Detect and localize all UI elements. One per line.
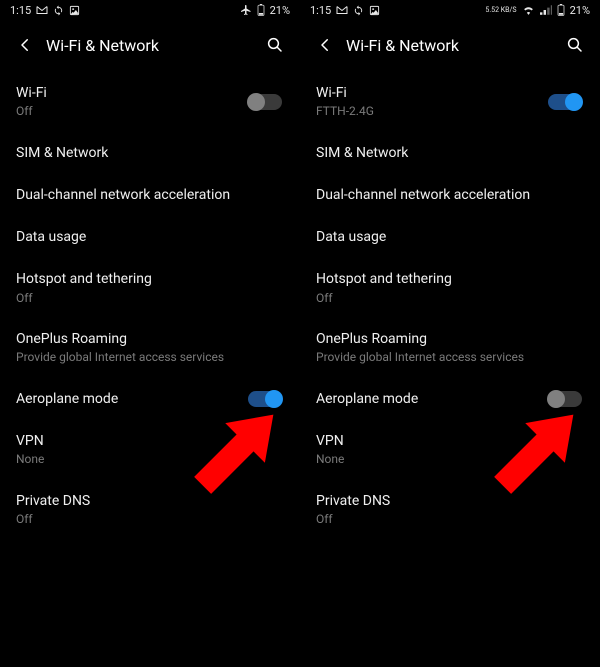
battery-icon: [557, 4, 565, 16]
page-title: Wi-Fi & Network: [46, 36, 254, 55]
item-label: Wi-Fi: [16, 84, 248, 102]
item-label: OnePlus Roaming: [16, 330, 284, 348]
item-label: SIM & Network: [316, 144, 584, 162]
battery-text: 21%: [270, 4, 290, 17]
settings-item[interactable]: Dual-channel network acceleration: [16, 174, 284, 216]
back-button[interactable]: [14, 34, 36, 56]
settings-item[interactable]: SIM & Network: [316, 132, 584, 174]
item-label: Private DNS: [316, 492, 584, 510]
settings-item[interactable]: VPN None: [316, 420, 584, 480]
toggle-switch[interactable]: [248, 94, 282, 110]
item-subtext: Off: [16, 512, 284, 528]
settings-item[interactable]: VPN None: [16, 420, 284, 480]
settings-item[interactable]: Aeroplane mode: [316, 378, 584, 420]
settings-list: Wi-Fi FTTH-2.4G SIM & Network Dual-channel …: [300, 66, 600, 540]
sync-icon: [353, 5, 364, 16]
item-label: Wi-Fi: [316, 84, 548, 102]
toggle-switch[interactable]: [248, 391, 282, 407]
status-time: 1:15: [10, 4, 31, 17]
item-label: Private DNS: [16, 492, 284, 510]
item-label: OnePlus Roaming: [316, 330, 584, 348]
toggle-switch[interactable]: [548, 94, 582, 110]
settings-item[interactable]: OnePlus Roaming Provide global Internet a…: [16, 318, 284, 378]
item-label: Data usage: [16, 228, 284, 246]
settings-item[interactable]: Private DNS Off: [16, 480, 284, 540]
wifi-icon: [522, 5, 535, 15]
item-label: Dual-channel network acceleration: [316, 186, 584, 204]
gmail-icon: [36, 5, 48, 15]
item-label: SIM & Network: [16, 144, 284, 162]
item-label: VPN: [16, 432, 284, 450]
item-label: Hotspot and tethering: [316, 270, 584, 288]
item-subtext: None: [316, 452, 584, 468]
item-subtext: FTTH-2.4G: [316, 104, 548, 120]
toggle-switch[interactable]: [548, 391, 582, 407]
sync-icon: [53, 5, 64, 16]
item-subtext: Provide global Internet access services: [16, 350, 284, 366]
airplane-icon: [240, 4, 252, 16]
battery-icon: [257, 4, 265, 16]
settings-item[interactable]: Private DNS Off: [316, 480, 584, 540]
item-subtext: Off: [16, 291, 284, 307]
settings-item[interactable]: Aeroplane mode: [16, 378, 284, 420]
settings-item[interactable]: OnePlus Roaming Provide global Internet a…: [316, 318, 584, 378]
battery-text: 21%: [570, 4, 590, 17]
item-subtext: Off: [316, 512, 584, 528]
item-label: Data usage: [316, 228, 584, 246]
settings-item[interactable]: Hotspot and tethering Off: [16, 258, 284, 318]
settings-screen: 1:15 5.52 KB/S 21% Wi-Fi & Network Wi-Fi FTTH…: [300, 0, 600, 667]
settings-item[interactable]: Hotspot and tethering Off: [316, 258, 584, 318]
settings-item[interactable]: Wi-Fi Off: [16, 72, 284, 132]
item-label: Aeroplane mode: [16, 390, 248, 408]
item-label: Dual-channel network acceleration: [16, 186, 284, 204]
settings-item[interactable]: Wi-Fi FTTH-2.4G: [316, 72, 584, 132]
settings-item[interactable]: SIM & Network: [16, 132, 284, 174]
back-button[interactable]: [314, 34, 336, 56]
item-subtext: None: [16, 452, 284, 468]
status-time: 1:15: [310, 4, 331, 17]
status-speed: 5.52 KB/S: [485, 7, 516, 14]
item-subtext: Off: [316, 291, 584, 307]
item-subtext: Provide global Internet access services: [316, 350, 584, 366]
page-header: Wi-Fi & Network: [0, 20, 300, 66]
image-icon: [369, 5, 380, 16]
settings-item[interactable]: Data usage: [316, 216, 584, 258]
item-subtext: Off: [16, 104, 248, 120]
settings-list: Wi-Fi Off SIM & Network Dual-channel networ…: [0, 66, 300, 540]
signal-icon: [540, 5, 552, 15]
image-icon: [69, 5, 80, 16]
item-label: VPN: [316, 432, 584, 450]
page-header: Wi-Fi & Network: [300, 20, 600, 66]
settings-item[interactable]: Dual-channel network acceleration: [316, 174, 584, 216]
search-button[interactable]: [564, 34, 586, 56]
search-button[interactable]: [264, 34, 286, 56]
status-bar: 1:15 21%: [0, 0, 300, 20]
settings-item[interactable]: Data usage: [16, 216, 284, 258]
status-bar: 1:15 5.52 KB/S 21%: [300, 0, 600, 20]
gmail-icon: [336, 5, 348, 15]
settings-screen: 1:15 21% Wi-Fi & Network Wi-Fi Off SIM & Netw…: [0, 0, 300, 667]
item-label: Aeroplane mode: [316, 390, 548, 408]
item-label: Hotspot and tethering: [16, 270, 284, 288]
page-title: Wi-Fi & Network: [346, 36, 554, 55]
